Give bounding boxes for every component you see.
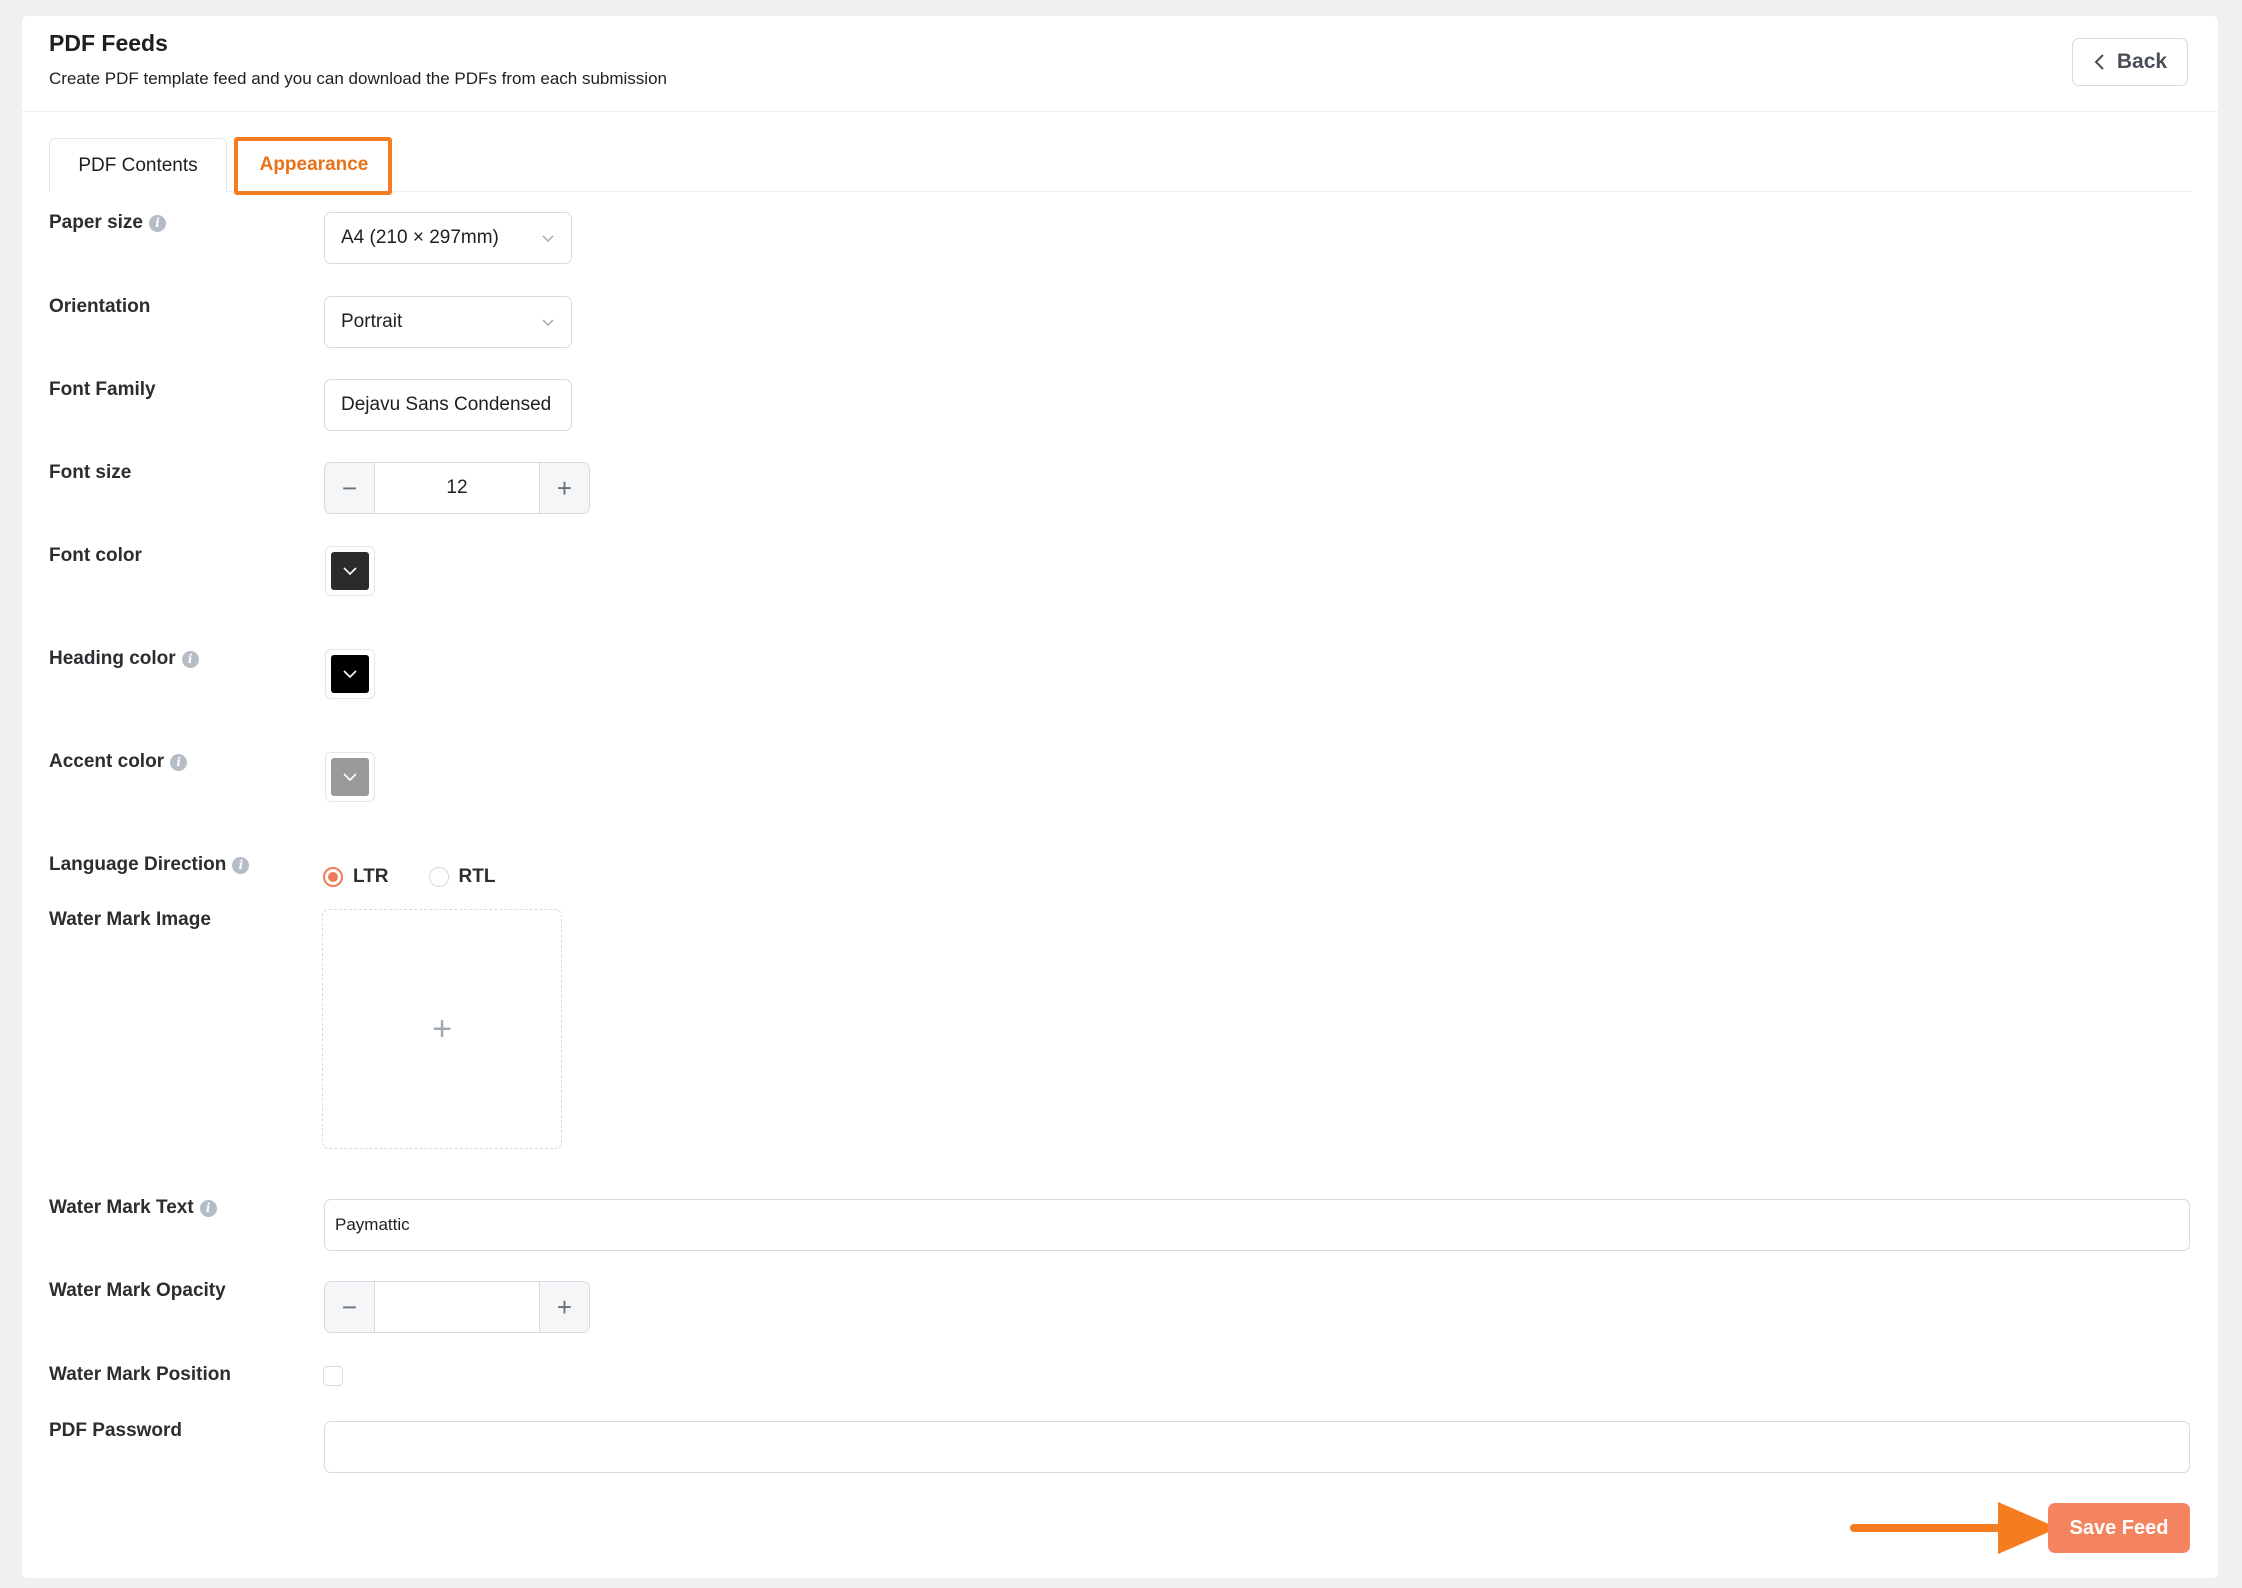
- paper-size-select[interactable]: A4 (210 × 297mm): [324, 212, 572, 264]
- arrow-right-icon: [1850, 1502, 2058, 1554]
- orientation-value: Portrait: [341, 311, 403, 332]
- info-icon[interactable]: i: [170, 753, 188, 771]
- pdf-password-input[interactable]: [324, 1421, 2190, 1473]
- radio-ltr-dot[interactable]: [323, 867, 343, 887]
- heading-color-picker[interactable]: [325, 649, 375, 699]
- back-button-label: Back: [2116, 50, 2168, 73]
- accent-color-swatch: [331, 758, 369, 796]
- watermark-opacity-label: Water Mark Opacity: [49, 1280, 226, 1302]
- paper-size-value: A4 (210 × 297mm): [341, 227, 499, 248]
- chevron-left-icon: [2094, 54, 2104, 70]
- font-family-value: Dejavu Sans Condensed: [341, 394, 552, 415]
- language-direction-label: Language Direction i: [49, 854, 250, 876]
- watermark-opacity-stepper[interactable]: − +: [324, 1281, 590, 1333]
- font-size-label-text: Font size: [49, 462, 132, 483]
- radio-ltr[interactable]: LTR: [323, 866, 389, 888]
- watermark-position-label-text: Water Mark Position: [49, 1364, 231, 1385]
- font-family-label-text: Font Family: [49, 379, 156, 400]
- tab-pdf-contents[interactable]: PDF Contents: [49, 138, 227, 192]
- font-color-label: Font color: [49, 545, 142, 567]
- paper-size-label: Paper size i: [49, 212, 166, 234]
- watermark-image-upload[interactable]: +: [322, 909, 562, 1149]
- radio-ltr-label[interactable]: LTR: [353, 866, 389, 888]
- accent-color-label-text: Accent color: [49, 751, 165, 772]
- font-color-swatch: [331, 552, 369, 590]
- font-family-input[interactable]: Dejavu Sans Condensed: [324, 379, 572, 431]
- heading-color-label-text: Heading color: [49, 648, 176, 669]
- pdf-password-label-text: PDF Password: [49, 1420, 183, 1441]
- chevron-down-icon: [343, 670, 357, 679]
- save-feed-button[interactable]: Save Feed: [2048, 1503, 2190, 1553]
- plus-icon: +: [432, 1009, 452, 1048]
- language-direction-radio-group: LTR RTL: [323, 866, 495, 888]
- minus-icon[interactable]: −: [325, 1282, 375, 1332]
- watermark-text-label: Water Mark Text i: [49, 1197, 217, 1219]
- font-color-label-text: Font color: [49, 545, 142, 566]
- heading-color-label: Heading color i: [49, 648, 199, 670]
- watermark-text-label-text: Water Mark Text: [49, 1197, 194, 1218]
- page-header: PDF Feeds Create PDF template feed and y…: [22, 16, 2218, 112]
- minus-icon[interactable]: −: [325, 463, 375, 513]
- page-title: PDF Feeds: [49, 30, 168, 56]
- plus-icon[interactable]: +: [539, 1282, 589, 1332]
- watermark-text-value: Paymattic: [335, 1215, 410, 1234]
- watermark-text-input[interactable]: Paymattic: [324, 1199, 2190, 1251]
- accent-color-label: Accent color i: [49, 751, 188, 773]
- paper-size-label-text: Paper size: [49, 212, 143, 233]
- chevron-down-icon: [542, 235, 554, 243]
- font-size-value[interactable]: 12: [375, 463, 539, 513]
- watermark-position-label: Water Mark Position: [49, 1364, 231, 1386]
- tab-appearance[interactable]: Appearance: [236, 138, 392, 192]
- language-direction-label-text: Language Direction: [49, 854, 227, 875]
- orientation-label: Orientation: [49, 296, 150, 318]
- info-icon[interactable]: i: [199, 1199, 217, 1217]
- chevron-down-icon: [343, 773, 357, 782]
- info-icon[interactable]: i: [181, 650, 199, 668]
- pdf-feeds-card: PDF Feeds Create PDF template feed and y…: [22, 16, 2218, 1578]
- radio-rtl-label[interactable]: RTL: [459, 866, 496, 888]
- radio-rtl-dot[interactable]: [428, 867, 449, 887]
- plus-icon[interactable]: +: [539, 463, 589, 513]
- watermark-opacity-label-text: Water Mark Opacity: [49, 1280, 226, 1301]
- watermark-image-label: Water Mark Image: [49, 909, 211, 931]
- watermark-position-checkbox[interactable]: [323, 1366, 343, 1386]
- watermark-image-label-text: Water Mark Image: [49, 909, 211, 930]
- chevron-down-icon: [343, 567, 357, 576]
- chevron-down-icon: [542, 319, 554, 327]
- font-family-label: Font Family: [49, 379, 156, 401]
- font-size-label: Font size: [49, 462, 131, 484]
- orientation-label-text: Orientation: [49, 296, 151, 317]
- font-color-picker[interactable]: [325, 546, 375, 596]
- info-icon[interactable]: i: [232, 856, 250, 874]
- radio-rtl[interactable]: RTL: [428, 866, 496, 888]
- pdf-password-label: PDF Password: [49, 1420, 182, 1442]
- heading-color-swatch: [331, 655, 369, 693]
- back-button[interactable]: Back: [2072, 38, 2188, 86]
- watermark-opacity-value[interactable]: [375, 1282, 539, 1332]
- orientation-select[interactable]: Portrait: [324, 296, 572, 348]
- font-size-stepper[interactable]: − 12 +: [324, 462, 590, 514]
- info-icon[interactable]: i: [149, 214, 166, 232]
- accent-color-picker[interactable]: [325, 752, 375, 802]
- page-subtitle: Create PDF template feed and you can dow…: [49, 69, 667, 88]
